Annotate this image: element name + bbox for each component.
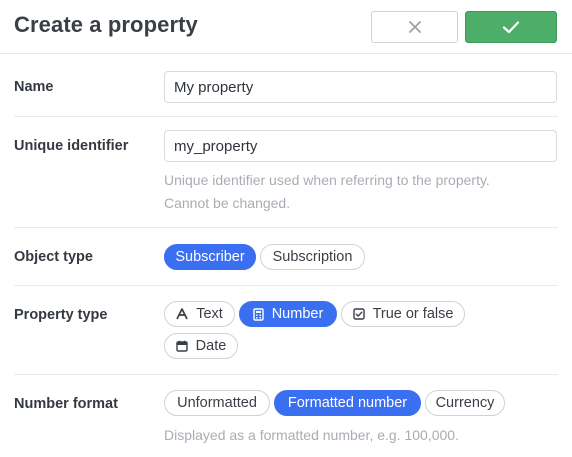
checkbox-icon [352,308,365,320]
divider [14,285,558,286]
option-label: Date [195,338,227,354]
number-format-option-unformatted[interactable]: Unformatted [164,390,270,416]
confirm-button[interactable] [465,11,557,43]
close-icon [408,21,421,33]
dialog-header: Create a property [0,0,572,54]
calculator-icon [253,307,264,321]
checkmark-icon [502,21,520,34]
identifier-input[interactable] [164,130,557,162]
name-label: Name [14,79,54,95]
option-label: Currency [435,395,495,411]
divider [14,227,558,228]
text-icon [176,308,188,320]
divider [14,374,558,375]
identifier-hint: Unique identifier used when referring to… [164,172,490,188]
divider [14,116,558,117]
option-label: Unformatted [177,395,257,411]
identifier-label: Unique identifier [14,138,129,154]
property-type-option-number[interactable]: Number [239,301,337,327]
number-format-hint: Displayed as a formatted number, e.g. 10… [164,427,459,443]
dialog-title: Create a property [14,12,198,37]
number-format-option-currency[interactable]: Currency [425,390,505,416]
option-label: Subscription [272,249,353,265]
option-label: Number [271,306,324,322]
object-type-option-subscriber[interactable]: Subscriber [164,244,256,270]
object-type-option-subscription[interactable]: Subscription [260,244,365,270]
name-input[interactable] [164,71,557,103]
identifier-hint-secondary: Cannot be changed. [164,195,291,211]
property-type-option-true-or-false[interactable]: True or false [341,301,465,327]
number-format-label: Number format [14,396,118,412]
option-label: Formatted number [287,395,408,411]
property-type-option-date[interactable]: Date [164,333,238,359]
option-label: Subscriber [175,249,245,265]
option-label: True or false [372,306,454,322]
option-label: Text [196,306,223,322]
property-type-option-text[interactable]: Text [164,301,235,327]
cancel-button[interactable] [371,11,458,43]
object-type-label: Object type [14,249,93,265]
property-type-label: Property type [14,307,108,323]
number-format-option-formatted-number[interactable]: Formatted number [274,390,421,416]
calendar-icon [175,340,188,352]
